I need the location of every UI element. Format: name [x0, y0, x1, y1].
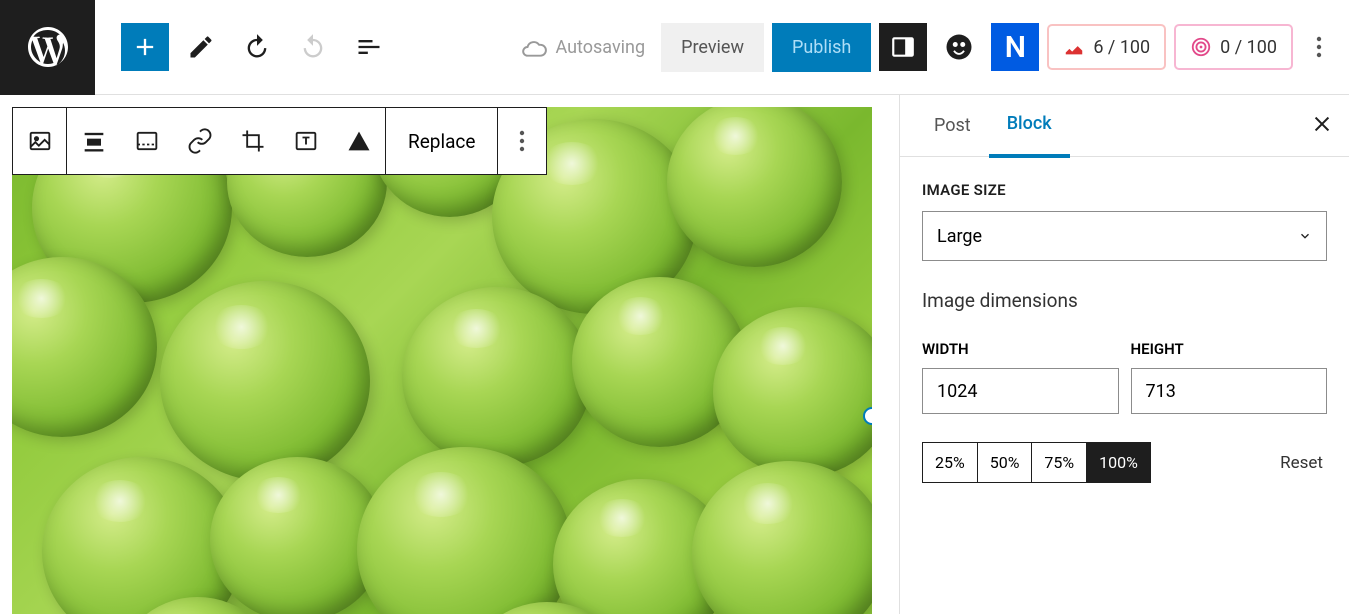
more-options-button[interactable]	[1301, 23, 1337, 71]
align-button[interactable]	[67, 108, 120, 174]
preset-100[interactable]: 100%	[1087, 443, 1150, 482]
settings-panel-toggle[interactable]	[879, 23, 927, 71]
target-icon	[1190, 36, 1212, 58]
block-toolbar: Replace	[12, 107, 547, 175]
image-block[interactable]	[12, 107, 872, 614]
seo-score-badge[interactable]: 6 / 100	[1047, 24, 1166, 70]
replace-button[interactable]: Replace	[386, 108, 498, 174]
image-size-label: IMAGE SIZE	[922, 181, 1327, 199]
preview-button[interactable]: Preview	[661, 23, 764, 72]
editor-canvas[interactable]: Replace	[0, 95, 899, 614]
autosave-status: Autosaving	[521, 34, 645, 60]
tab-post[interactable]: Post	[916, 95, 989, 156]
duotone-button[interactable]	[332, 108, 385, 174]
document-outline-button[interactable]	[345, 23, 393, 71]
chart-icon	[1063, 36, 1085, 58]
wordpress-logo[interactable]	[0, 0, 95, 95]
add-block-button[interactable]	[121, 23, 169, 71]
preset-50[interactable]: 50%	[978, 443, 1033, 482]
edit-tools-button[interactable]	[177, 23, 225, 71]
preset-75[interactable]: 75%	[1032, 443, 1087, 482]
rankmath-icon[interactable]	[935, 23, 983, 71]
alt-text-button[interactable]	[120, 108, 173, 174]
undo-button[interactable]	[233, 23, 281, 71]
size-preset-group: 25% 50% 75% 100%	[922, 442, 1151, 483]
reset-button[interactable]: Reset	[1276, 445, 1327, 481]
preset-25[interactable]: 25%	[923, 443, 978, 482]
text-overlay-button[interactable]	[279, 108, 332, 174]
redo-button[interactable]	[289, 23, 337, 71]
cloud-icon	[521, 34, 547, 60]
publish-button[interactable]: Publish	[772, 23, 871, 72]
image-size-select[interactable]: Large	[922, 211, 1327, 261]
readability-score-badge[interactable]: 0 / 100	[1174, 24, 1293, 70]
block-more-button[interactable]	[498, 108, 546, 174]
close-sidebar-button[interactable]	[1311, 113, 1333, 139]
chevron-down-icon	[1298, 229, 1312, 243]
block-type-icon[interactable]	[13, 108, 66, 174]
link-button[interactable]	[173, 108, 226, 174]
crop-button[interactable]	[226, 108, 279, 174]
n-plugin-button[interactable]: N	[991, 23, 1039, 71]
tab-block[interactable]: Block	[989, 93, 1070, 158]
height-input[interactable]	[1131, 368, 1328, 414]
width-label: WIDTH	[922, 340, 1119, 358]
settings-sidebar: Post Block IMAGE SIZE Large Image dimens…	[899, 95, 1349, 614]
image-dimensions-label: Image dimensions	[922, 289, 1327, 312]
width-input[interactable]	[922, 368, 1119, 414]
height-label: HEIGHT	[1131, 340, 1328, 358]
